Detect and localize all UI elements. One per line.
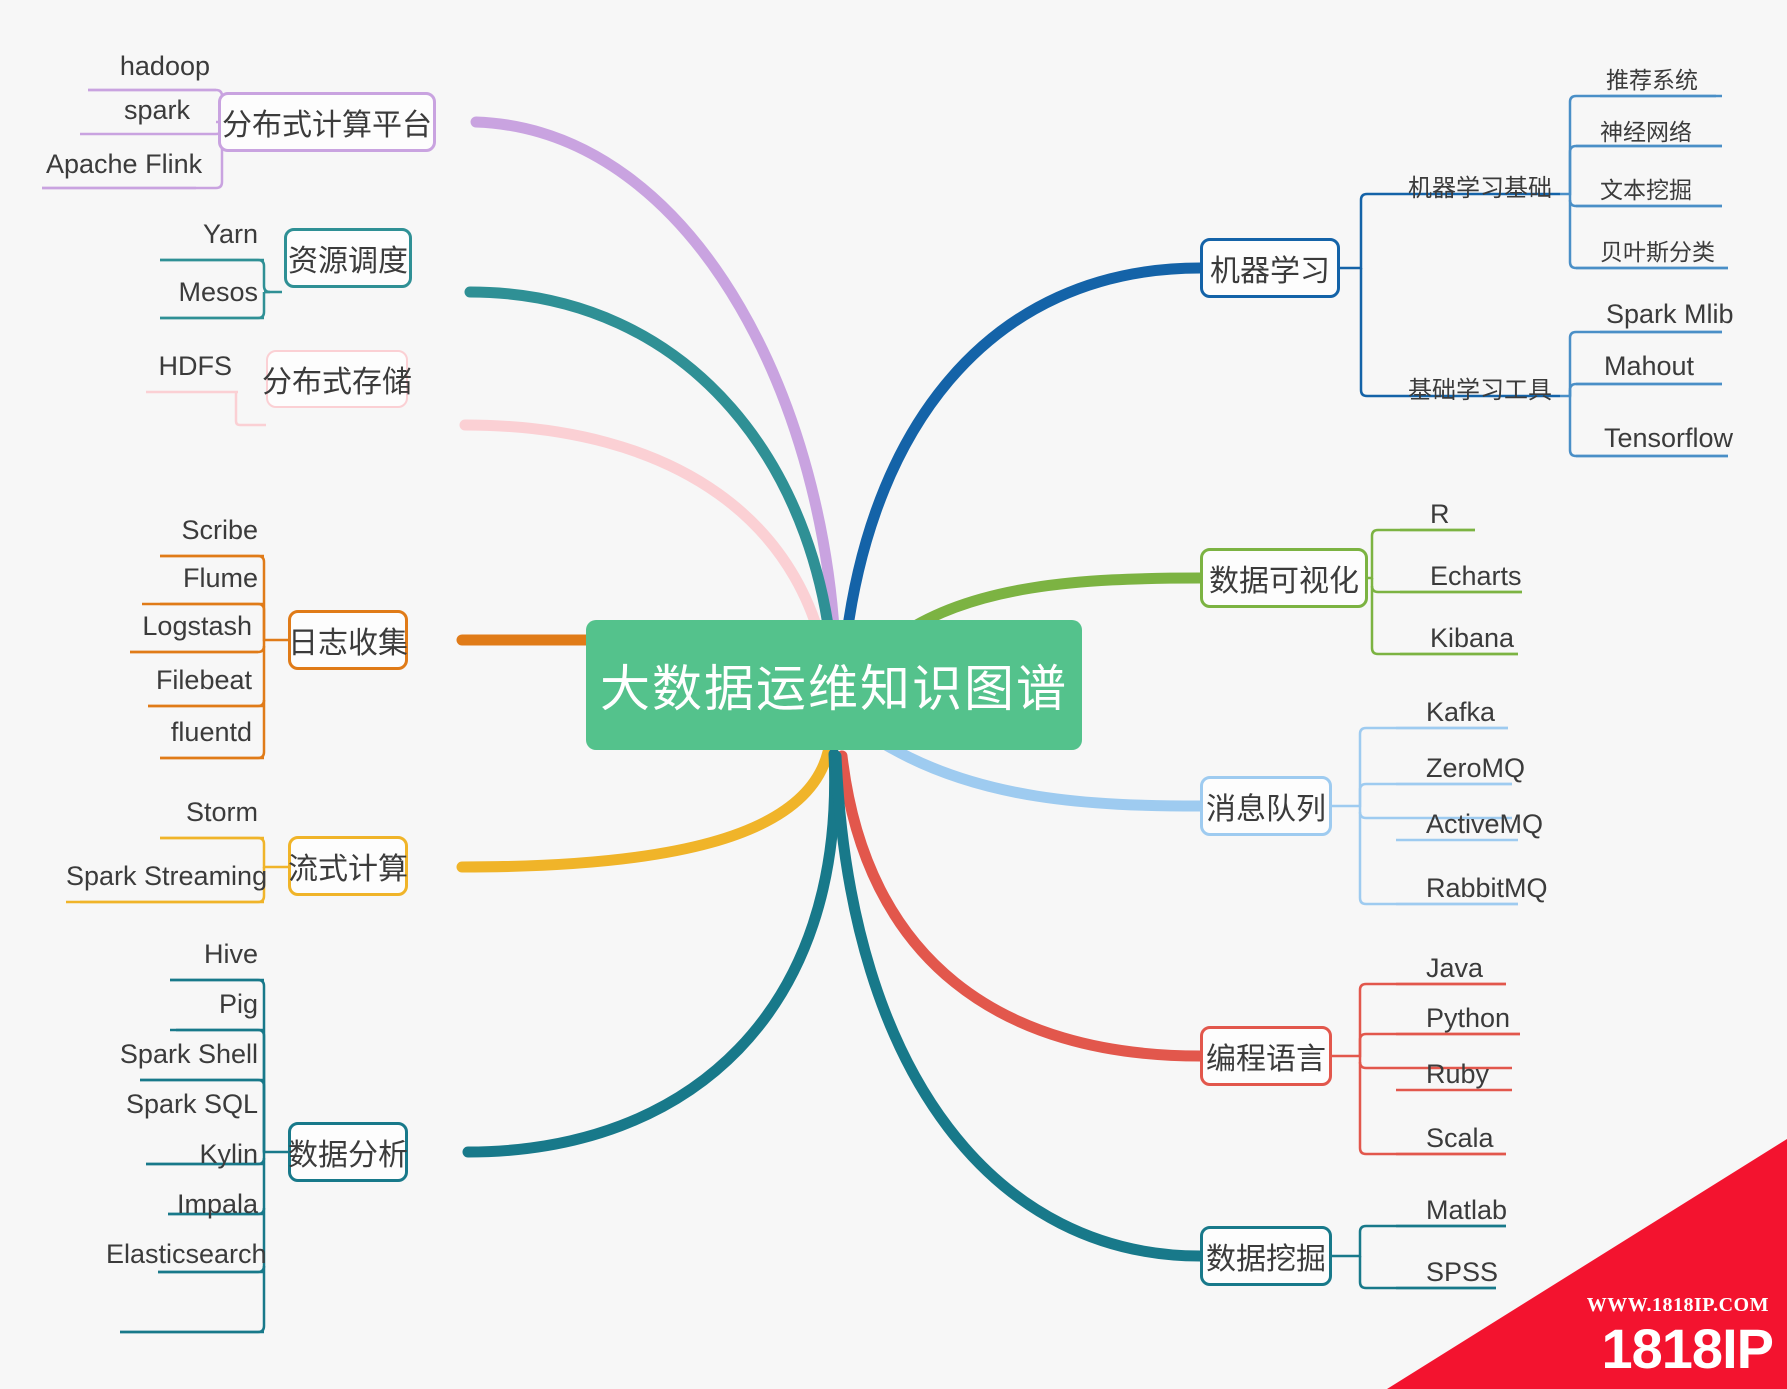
node-machine-learning[interactable]: 机器学习	[1200, 238, 1340, 298]
trunk-programming-language	[836, 750, 1206, 1062]
leaf-rabbitmq[interactable]: RabbitMQ	[1420, 874, 1548, 906]
node-distributed-storage[interactable]: 分布式存储	[262, 350, 412, 408]
node-resource-scheduling-label: 资源调度	[288, 245, 408, 278]
node-distributed-computing[interactable]: 分布式计算平台	[218, 92, 436, 152]
leaf-kafka[interactable]: Kafka	[1420, 698, 1530, 730]
leaf-spark[interactable]: spark	[60, 96, 196, 128]
node-data-analysis[interactable]: 数据分析	[288, 1122, 408, 1182]
leaf-spark-sql[interactable]: Spark SQL	[110, 1090, 264, 1122]
trunk-data-mining	[830, 750, 1206, 1262]
node-message-queue-label: 消息队列	[1206, 793, 1326, 826]
leaf-yarn[interactable]: Yarn	[120, 220, 264, 252]
trunk-message-queue	[880, 739, 1206, 812]
node-distributed-computing-label: 分布式计算平台	[222, 109, 432, 142]
leaf-kibana[interactable]: Kibana	[1424, 624, 1534, 656]
leaf-impala[interactable]: Impala	[120, 1190, 264, 1222]
leaf-python[interactable]: Python	[1420, 1004, 1538, 1036]
leaf-fluentd[interactable]: fluentd	[120, 718, 258, 750]
leaf-pig[interactable]: Pig	[130, 990, 264, 1022]
leaf-storm[interactable]: Storm	[120, 798, 264, 830]
node-data-analysis-label: 数据分析	[288, 1139, 408, 1172]
leaf-hdfs[interactable]: HDFS	[110, 352, 238, 384]
trunk-stream-computing	[456, 746, 834, 873]
node-resource-scheduling[interactable]: 资源调度	[284, 228, 412, 288]
node-stream-computing[interactable]: 流式计算	[288, 836, 408, 896]
trunk-distributed-computing	[470, 116, 842, 691]
node-message-queue[interactable]: 消息队列	[1200, 776, 1332, 836]
mindmap-canvas: 大数据运维知识图谱 分布式计算平台 hadoop spark Apache Fl…	[0, 0, 1787, 1389]
leaf-spark-streaming[interactable]: Spark Streaming	[60, 862, 267, 894]
leaf-spark-mlib[interactable]: Spark Mlib	[1600, 300, 1740, 332]
watermark: WWW.1818IP.COM 1818IP	[1387, 1139, 1787, 1389]
node-stream-computing-label: 流式计算	[288, 853, 408, 886]
leaf-filebeat[interactable]: Filebeat	[110, 666, 258, 698]
leaf-kylin[interactable]: Kylin	[130, 1140, 264, 1172]
node-log-collection-label: 日志收集	[288, 627, 408, 660]
node-log-collection[interactable]: 日志收集	[288, 610, 408, 670]
leaf-neural-network[interactable]: 神经网络	[1594, 120, 1724, 148]
leaf-r[interactable]: R	[1424, 500, 1484, 532]
node-data-visualization-label: 数据可视化	[1209, 565, 1359, 598]
leaf-logstash[interactable]: Logstash	[110, 612, 258, 644]
watermark-url: WWW.1818IP.COM	[1586, 1294, 1769, 1316]
label-ml-tools[interactable]: 基础学习工具	[1392, 370, 1568, 405]
node-data-mining-label: 数据挖掘	[1206, 1243, 1326, 1276]
leaf-mahout[interactable]: Mahout	[1598, 352, 1738, 384]
leaf-hadoop[interactable]: hadoop	[60, 52, 216, 84]
leaf-flume[interactable]: Flume	[120, 564, 264, 596]
center-node[interactable]: 大数据运维知识图谱	[586, 620, 1082, 750]
node-data-visualization[interactable]: 数据可视化	[1200, 548, 1368, 608]
watermark-name: 1818IP	[1601, 1317, 1774, 1380]
node-machine-learning-label: 机器学习	[1210, 255, 1330, 288]
leaf-elasticsearch[interactable]: Elasticsearch	[100, 1240, 267, 1272]
leaf-tensorflow[interactable]: Tensorflow	[1598, 424, 1744, 456]
leaf-zeromq[interactable]: ZeroMQ	[1420, 754, 1536, 786]
leaf-text-mining[interactable]: 文本挖掘	[1594, 178, 1724, 206]
node-distributed-storage-label: 分布式存储	[262, 366, 412, 399]
node-programming-language[interactable]: 编程语言	[1200, 1026, 1332, 1086]
leaf-ruby[interactable]: Ruby	[1420, 1060, 1520, 1092]
leaf-spark-shell[interactable]: Spark Shell	[110, 1040, 264, 1072]
leaf-scribe[interactable]: Scribe	[120, 516, 264, 548]
leaf-apache-flink[interactable]: Apache Flink	[40, 150, 202, 182]
label-ml-basics[interactable]: 机器学习基础	[1392, 168, 1568, 203]
leaf-recommender-system[interactable]: 推荐系统	[1600, 68, 1730, 96]
leaf-activemq[interactable]: ActiveMQ	[1420, 810, 1544, 842]
leaf-hive[interactable]: Hive	[130, 940, 264, 972]
center-node-label: 大数据运维知识图谱	[600, 661, 1068, 717]
leaf-mesos[interactable]: Mesos	[120, 278, 264, 310]
leaf-bayes-classification[interactable]: 贝叶斯分类	[1594, 240, 1734, 268]
leaf-echarts[interactable]: Echarts	[1424, 562, 1534, 594]
node-data-mining[interactable]: 数据挖掘	[1200, 1226, 1332, 1286]
node-programming-language-label: 编程语言	[1206, 1043, 1326, 1076]
trunk-data-analysis	[462, 748, 841, 1158]
leaf-java[interactable]: Java	[1420, 954, 1520, 986]
